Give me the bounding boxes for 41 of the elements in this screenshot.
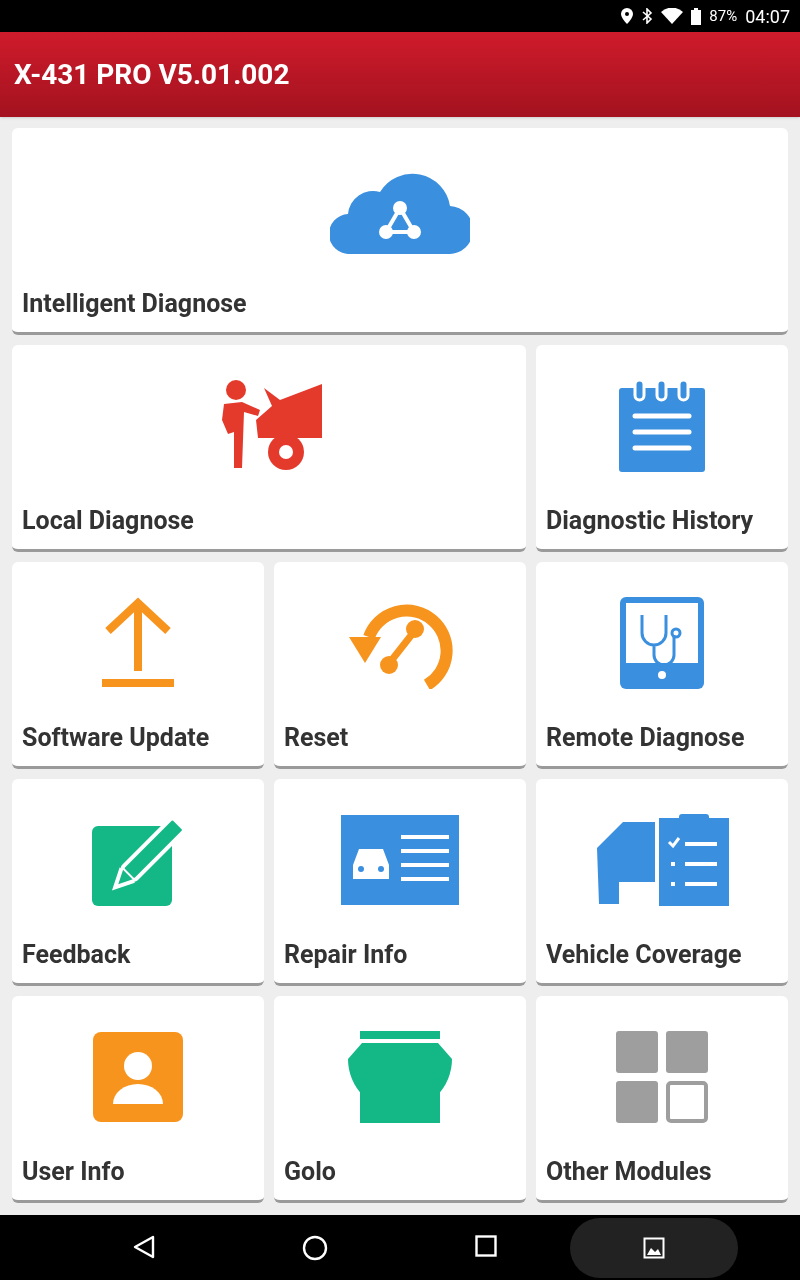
menu-tile[interactable]: Vehicle Coverage	[536, 779, 788, 986]
menu-tile[interactable]: User Info	[12, 996, 264, 1203]
tile-label: User Info	[21, 1155, 126, 1188]
notepad-icon	[619, 380, 705, 473]
bluetooth-icon	[641, 8, 654, 24]
clock: 04:07	[745, 4, 790, 29]
tile-label: Other Modules	[545, 1155, 713, 1188]
menu-tile[interactable]: Remote Diagnose	[536, 562, 788, 769]
back-icon[interactable]	[133, 1234, 156, 1259]
tile-label: Software Update	[21, 721, 211, 754]
user-profile-icon	[93, 1032, 183, 1123]
tile-label: Diagnostic History	[545, 504, 755, 537]
tile-label: Golo	[283, 1155, 337, 1188]
menu-tile[interactable]: Golo	[274, 996, 526, 1203]
tile-label: Intelligent Diagnose	[21, 287, 248, 320]
menu-tile[interactable]: Feedback	[12, 779, 264, 986]
location-pin-icon	[621, 8, 634, 24]
menu-tile[interactable]: Reset	[274, 562, 526, 769]
menu-tile[interactable]: Diagnostic History	[536, 345, 788, 552]
home-icon[interactable]	[302, 1234, 328, 1261]
menu-tile[interactable]: Other Modules	[536, 996, 788, 1203]
tile-label: Repair Info	[283, 938, 409, 971]
tile-label: Vehicle Coverage	[545, 938, 743, 971]
tablet-stethoscope-icon	[620, 597, 704, 690]
tile-label: Local Diagnose	[21, 504, 195, 537]
app-title: X-431 PRO V5.01.002	[14, 56, 290, 93]
car-checklist-icon	[595, 814, 729, 907]
wifi-icon	[661, 8, 684, 24]
tile-label: Remote Diagnose	[545, 721, 746, 754]
battery-icon	[691, 7, 702, 25]
battery-percent: 87%	[709, 5, 738, 27]
image-icon	[643, 1236, 665, 1259]
menu-tile[interactable]: Software Update	[12, 562, 264, 769]
menu-tile[interactable]: Local Diagnose	[12, 345, 526, 552]
menu-tile[interactable]: Intelligent Diagnose	[12, 128, 788, 335]
tile-label: Reset	[283, 721, 350, 754]
tile-label: Feedback	[21, 938, 132, 971]
module-grid-icon	[616, 1031, 708, 1124]
menu-tile[interactable]: Repair Info	[274, 779, 526, 986]
car-document-icon	[341, 815, 459, 906]
recents-icon[interactable]	[474, 1234, 497, 1257]
